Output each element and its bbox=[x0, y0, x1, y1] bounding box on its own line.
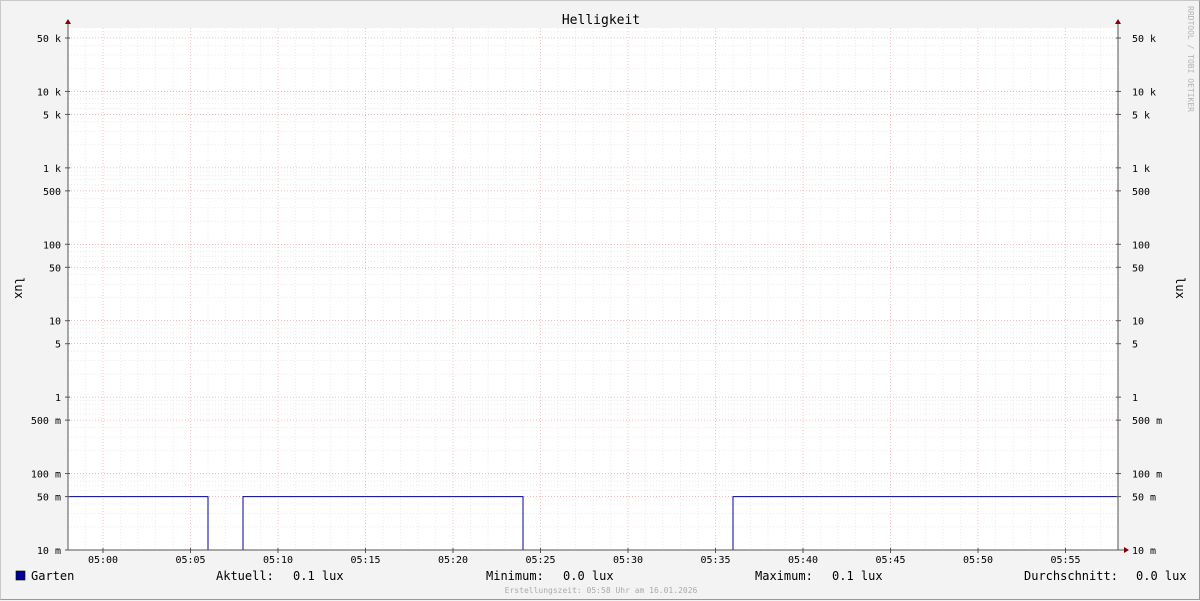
y-tick-label-right: 10 k bbox=[1132, 87, 1156, 98]
x-tick-label: 05:45 bbox=[875, 555, 905, 566]
x-tick-label: 05:55 bbox=[1050, 555, 1080, 566]
y-tick-label-left: 5 bbox=[55, 340, 61, 351]
y-tick-label-right: 5 k bbox=[1132, 110, 1150, 121]
y-axis-label-right: lux bbox=[1173, 277, 1187, 299]
x-tick-label: 05:50 bbox=[963, 555, 993, 566]
brightness-chart: 50 k 10 k 5 k 1 k 500 100 50 10 5 1 500 m 100 m 50 m… bbox=[1, 1, 1200, 601]
y-tick-label-right: 100 bbox=[1132, 240, 1150, 251]
chart-title: Helligkeit bbox=[562, 13, 640, 28]
x-tick-label: 05:10 bbox=[263, 555, 293, 566]
legend-stat-label-minimum: Minimum: bbox=[486, 569, 544, 583]
legend-series-name: Garten bbox=[31, 569, 74, 583]
legend-swatch bbox=[16, 571, 25, 580]
y-tick-label-right: 500 m bbox=[1132, 416, 1162, 427]
x-tick-label: 05:20 bbox=[438, 555, 468, 566]
legend-stat-label-maximum: Maximum: bbox=[755, 569, 813, 583]
y-tick-label-right: 5 bbox=[1132, 340, 1138, 351]
left-tick-labels: 50 k 10 k 5 k 1 k 500 100 50 10 5 1 500 m 100 m 50 m… bbox=[31, 34, 61, 557]
y-tick-label-left: 100 m bbox=[31, 470, 61, 481]
legend-stat-value-minimum: 0.0 lux bbox=[563, 569, 614, 583]
y-tick-label-left: 1 k bbox=[43, 164, 61, 175]
y-tick-label-right: 50 k bbox=[1132, 34, 1156, 45]
x-tick-label: 05:00 bbox=[88, 555, 118, 566]
legend-stat-value-current: 0.1 lux bbox=[293, 569, 344, 583]
y-tick-label-left: 50 bbox=[49, 263, 61, 274]
y-tick-label-left: 50 m bbox=[37, 493, 61, 504]
x-tick-label: 05:25 bbox=[525, 555, 555, 566]
y-tick-label-left: 10 k bbox=[37, 87, 61, 98]
right-tick-labels: 50 k 10 k 5 k 1 k 500 100 50 10 5 1 500 m 100 m 50 m… bbox=[1132, 34, 1162, 557]
y-tick-label-left: 500 bbox=[43, 187, 61, 198]
y-tick-label-right: 10 bbox=[1132, 317, 1144, 328]
y-tick-label-right: 1 bbox=[1132, 393, 1138, 404]
creation-time-footer: Erstellungszeit: 05:58 Uhr am 16.01.2026 bbox=[505, 586, 698, 595]
legend-stat-label-current: Aktuell: bbox=[216, 569, 274, 583]
y-tick-label-left: 10 bbox=[49, 317, 61, 328]
left-axis-arrow-icon bbox=[65, 19, 71, 24]
legend-stat-value-maximum: 0.1 lux bbox=[832, 569, 883, 583]
x-tick-label: 05:40 bbox=[788, 555, 818, 566]
y-tick-label-left: 5 k bbox=[43, 110, 61, 121]
y-tick-label-right: 1 k bbox=[1132, 164, 1150, 175]
y-tick-label-right: 500 bbox=[1132, 187, 1150, 198]
y-tick-label-right: 50 m bbox=[1132, 493, 1156, 504]
chart-frame: 50 k 10 k 5 k 1 k 500 100 50 10 5 1 500 m 100 m 50 m… bbox=[0, 0, 1200, 600]
y-axis-label-left: lux bbox=[12, 277, 26, 299]
watermark: RRDTOOL / TOBI OETIKER bbox=[1186, 6, 1195, 112]
y-tick-label-right: 10 m bbox=[1132, 546, 1156, 557]
x-tick-label: 05:05 bbox=[175, 555, 205, 566]
x-axis-arrow-icon bbox=[1124, 547, 1129, 553]
x-tick-labels: 05:00 05:05 05:10 05:15 05:20 05:25 05:30 05:35… bbox=[88, 555, 1081, 566]
x-tick-label: 05:15 bbox=[350, 555, 380, 566]
legend-stat-value-average: 0.0 lux bbox=[1136, 569, 1187, 583]
legend-stat-label-average: Durchschnitt: bbox=[1024, 569, 1118, 583]
x-tick-label: 05:35 bbox=[700, 555, 730, 566]
x-tick-label: 05:30 bbox=[613, 555, 643, 566]
y-tick-label-left: 50 k bbox=[37, 34, 61, 45]
right-axis-arrow-icon bbox=[1115, 19, 1121, 24]
y-tick-label-right: 50 bbox=[1132, 263, 1144, 274]
y-tick-label-left: 10 m bbox=[37, 546, 61, 557]
y-tick-label-left: 500 m bbox=[31, 416, 61, 427]
y-tick-label-left: 100 bbox=[43, 240, 61, 251]
y-tick-label-right: 100 m bbox=[1132, 470, 1162, 481]
legend: Garten Aktuell: 0.1 lux Minimum: 0.0 lux… bbox=[16, 569, 1187, 583]
y-tick-label-left: 1 bbox=[55, 393, 61, 404]
